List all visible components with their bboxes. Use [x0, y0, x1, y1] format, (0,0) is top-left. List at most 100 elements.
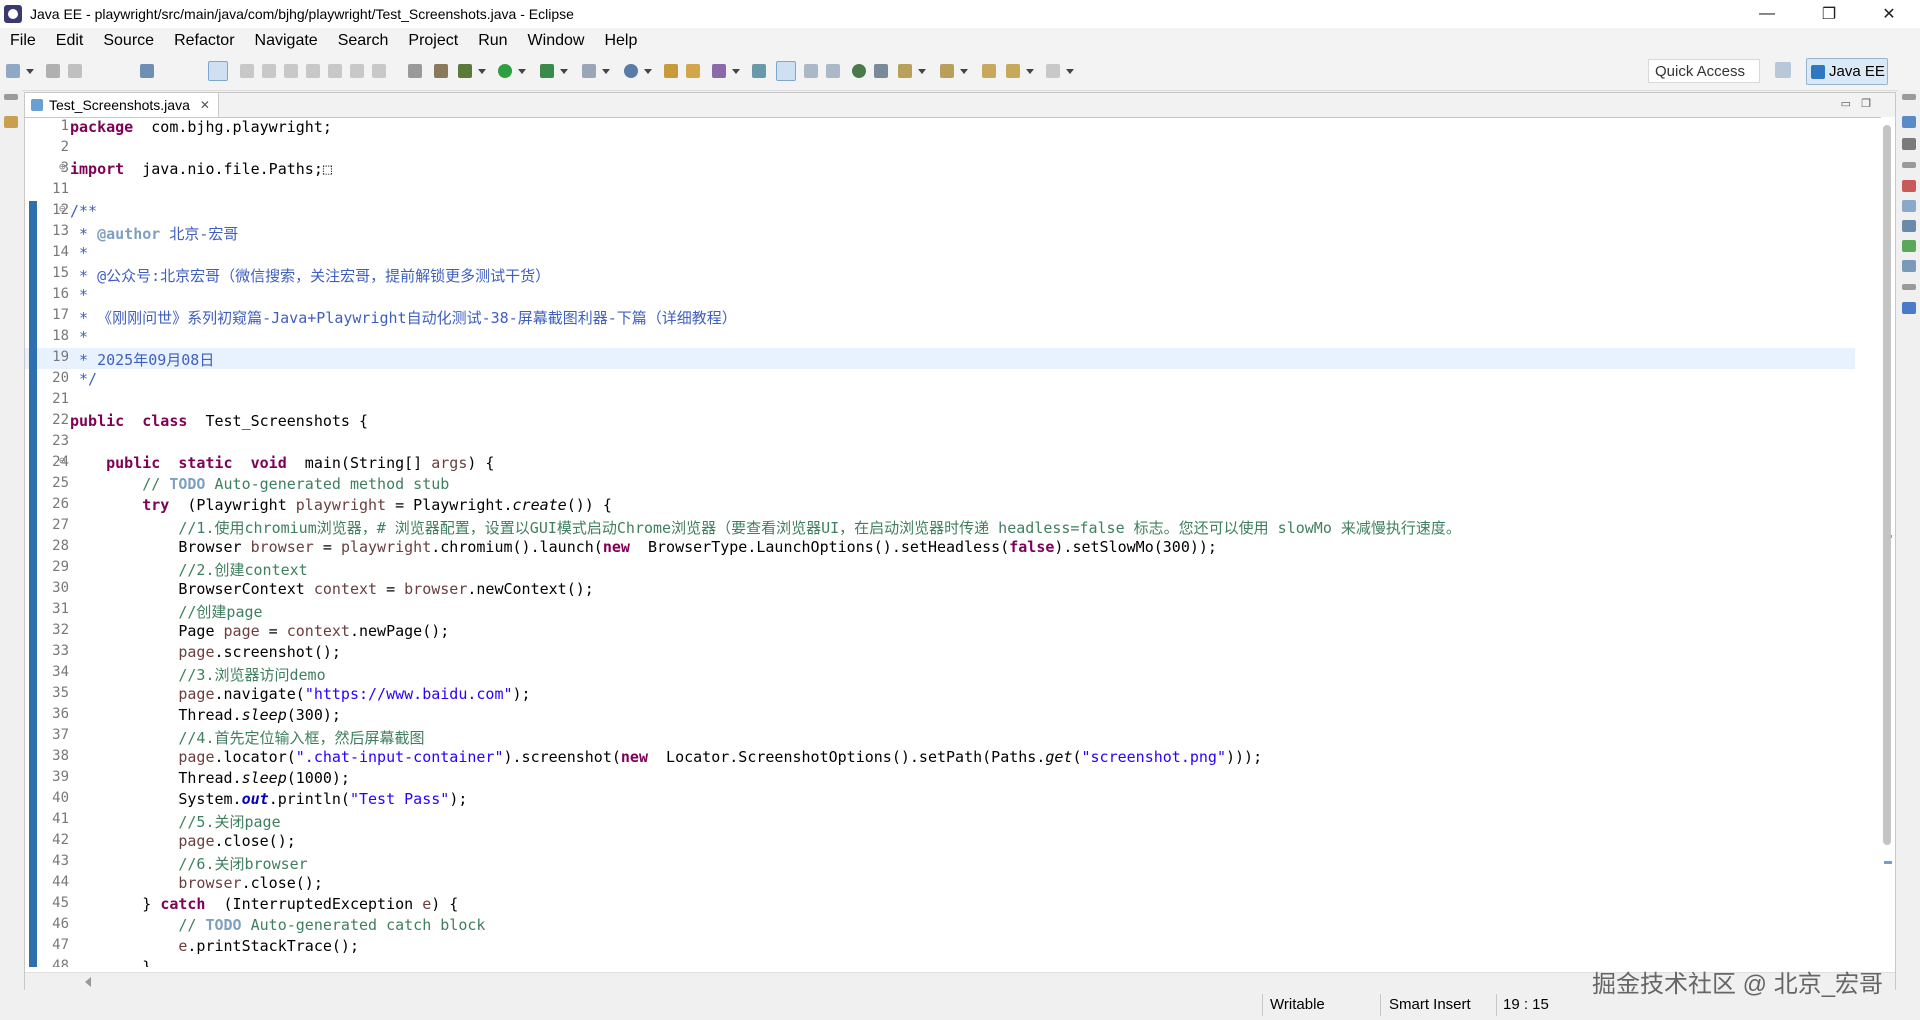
code-line[interactable]: 31 //创建page: [25, 600, 1855, 621]
code-editor[interactable]: 1 package com.bjhg.playwright; 2 3 ⊕ import j…: [25, 117, 1855, 967]
code-line[interactable]: 3 ⊕ import java.nio.file.Paths;⬚: [25, 159, 1855, 180]
close-tab-icon[interactable]: ✕: [200, 98, 210, 112]
open-type-icon[interactable]: [664, 64, 678, 78]
next-annotation-icon[interactable]: [898, 64, 912, 78]
code-line[interactable]: 15 * @公众号:北京宏哥（微信搜索，关注宏哥，提前解锁更多测试干货）: [25, 264, 1855, 285]
code-line[interactable]: 36 Thread.sleep(300);: [25, 705, 1855, 726]
menu-refactor[interactable]: Refactor: [164, 32, 244, 50]
code-line[interactable]: 45 } catch (InterruptedException e) {: [25, 894, 1855, 915]
last-edit-icon[interactable]: [982, 64, 996, 78]
step-over-icon[interactable]: [350, 64, 364, 78]
menu-source[interactable]: Source: [93, 32, 164, 50]
close-button[interactable]: ✕: [1866, 0, 1912, 28]
back-icon[interactable]: [1006, 64, 1020, 78]
show-whitespace-icon[interactable]: [826, 64, 840, 78]
suspend-icon[interactable]: [262, 64, 276, 78]
data-source-explorer-icon[interactable]: [1902, 240, 1916, 252]
code-line[interactable]: 38 page.locator(".chat-input-container")…: [25, 747, 1855, 768]
debug-dropdown-icon[interactable]: [478, 69, 486, 74]
code-line[interactable]: 29 //2.创建context: [25, 558, 1855, 579]
maximize-editor-icon[interactable]: ❐: [1861, 97, 1871, 110]
code-line[interactable]: 41 //5.关闭page: [25, 810, 1855, 831]
code-line[interactable]: 43 //6.关闭browser: [25, 852, 1855, 873]
code-line[interactable]: 17 * 《刚刚问世》系列初窥篇-Java+Playwright自动化测试-38…: [25, 306, 1855, 327]
skip-breakpoints-icon[interactable]: [208, 61, 228, 81]
code-line[interactable]: 39 Thread.sleep(1000);: [25, 768, 1855, 789]
next-annotation-dropdown-icon[interactable]: [918, 69, 926, 74]
forward-icon[interactable]: [1046, 64, 1060, 78]
menu-project[interactable]: Project: [398, 32, 468, 50]
menu-search[interactable]: Search: [328, 32, 399, 50]
fold-toggle-icon[interactable]: ⊖: [59, 202, 66, 215]
fold-toggle-icon[interactable]: ⊕: [59, 160, 66, 173]
quick-access-input[interactable]: Quick Access: [1648, 59, 1760, 83]
code-line[interactable]: 47 e.printStackTrace();: [25, 936, 1855, 957]
code-line[interactable]: 30 BrowserContext context = browser.newC…: [25, 579, 1855, 600]
code-line[interactable]: 48 }: [25, 957, 1855, 967]
code-line[interactable]: 35 page.navigate("https://www.baidu.com"…: [25, 684, 1855, 705]
server-icon[interactable]: [582, 64, 596, 78]
step-into-icon[interactable]: [328, 64, 342, 78]
tab-test-screenshots[interactable]: Test_Screenshots.java ✕: [25, 93, 219, 117]
scroll-left-icon[interactable]: [85, 977, 91, 987]
code-line[interactable]: 24 ⊖ public static void main(String[] arg…: [25, 453, 1855, 474]
resume-icon[interactable]: [240, 64, 254, 78]
code-line[interactable]: 28 Browser browser = playwright.chromium…: [25, 537, 1855, 558]
code-line[interactable]: 27 //1.使用chromium浏览器，# 浏览器配置，设置以GUI模式启动C…: [25, 516, 1855, 537]
code-line[interactable]: 12 ⊖/**: [25, 201, 1855, 222]
coverage-dropdown-icon[interactable]: [560, 69, 568, 74]
save-icon[interactable]: [46, 64, 60, 78]
code-line[interactable]: 42 page.close();: [25, 831, 1855, 852]
step-return-icon[interactable]: [372, 64, 386, 78]
code-line[interactable]: 2: [25, 138, 1855, 159]
minimize-editor-icon[interactable]: ▭: [1841, 97, 1851, 110]
task-list-icon[interactable]: [1902, 138, 1916, 150]
code-line[interactable]: 33 page.screenshot();: [25, 642, 1855, 663]
run-icon[interactable]: [498, 64, 512, 78]
restore-view-icon[interactable]: [1902, 94, 1916, 100]
restore-view-icon[interactable]: [1902, 162, 1916, 168]
restore-view-icon[interactable]: [4, 94, 18, 100]
code-line[interactable]: 34 //3.浏览器访问demo: [25, 663, 1855, 684]
menu-navigate[interactable]: Navigate: [245, 32, 328, 50]
run-dropdown-icon[interactable]: [518, 69, 526, 74]
console-icon[interactable]: [1902, 302, 1916, 314]
forward-dropdown-icon[interactable]: [1066, 69, 1074, 74]
code-line[interactable]: 26 try (Playwright playwright = Playwrig…: [25, 495, 1855, 516]
server-dropdown-icon[interactable]: [602, 69, 610, 74]
search-dropdown-icon[interactable]: [732, 69, 740, 74]
code-line[interactable]: 21: [25, 390, 1855, 411]
back-dropdown-icon[interactable]: [1026, 69, 1034, 74]
code-line[interactable]: 37 //4.首先定位输入框，然后屏幕截图: [25, 726, 1855, 747]
project-explorer-icon[interactable]: [4, 116, 18, 128]
properties-icon[interactable]: [1902, 200, 1916, 212]
toggle-breadcrumb-icon[interactable]: [408, 64, 422, 78]
connect-icon[interactable]: [874, 64, 888, 78]
web-browser-icon[interactable]: [624, 64, 638, 78]
new-dropdown-icon[interactable]: [26, 69, 34, 74]
menu-edit[interactable]: Edit: [46, 32, 94, 50]
code-line[interactable]: 19 * 2025年09月08日: [25, 348, 1855, 369]
menu-window[interactable]: Window: [518, 32, 595, 50]
minimize-button[interactable]: —: [1744, 0, 1790, 28]
code-line[interactable]: 22 public class Test_Screenshots {: [25, 411, 1855, 432]
web-browser-dropdown-icon[interactable]: [644, 69, 652, 74]
terminal-icon[interactable]: [140, 64, 154, 78]
menu-help[interactable]: Help: [594, 32, 647, 50]
code-line[interactable]: 23: [25, 432, 1855, 453]
annotation-icon[interactable]: [752, 64, 766, 78]
snippets-icon[interactable]: [1902, 260, 1916, 272]
save-all-icon[interactable]: [68, 64, 82, 78]
open-perspective-icon[interactable]: [1775, 62, 1791, 78]
overview-marker[interactable]: [1884, 861, 1892, 864]
code-line[interactable]: 32 Page page = context.newPage();: [25, 621, 1855, 642]
code-line[interactable]: 44 browser.close();: [25, 873, 1855, 894]
code-line[interactable]: 40 System.out.println("Test Pass");: [25, 789, 1855, 810]
code-line[interactable]: 13 * @author 北京-宏哥: [25, 222, 1855, 243]
disconnect-icon[interactable]: [306, 64, 320, 78]
build-icon[interactable]: [434, 64, 448, 78]
globe-icon[interactable]: [852, 64, 866, 78]
markers-icon[interactable]: [1902, 180, 1916, 192]
coverage-icon[interactable]: [540, 64, 554, 78]
menu-run[interactable]: Run: [468, 32, 517, 50]
